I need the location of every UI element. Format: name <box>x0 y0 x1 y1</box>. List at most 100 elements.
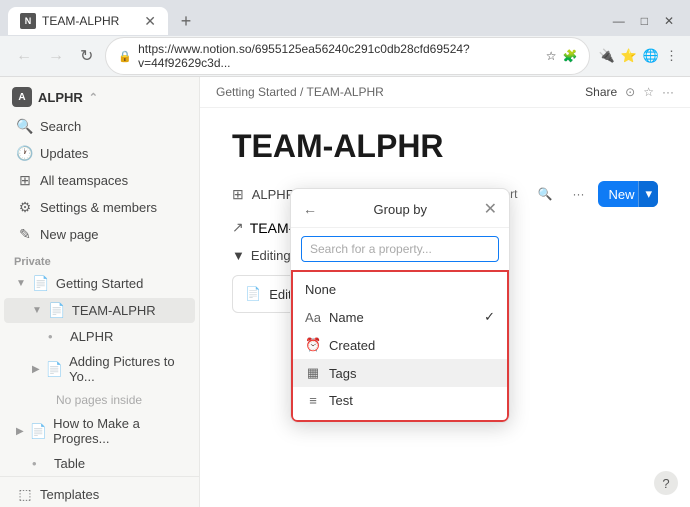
groupby-title: Group by <box>323 202 478 217</box>
workspace-name: ALPHR <box>38 90 83 105</box>
sidebar-item-updates[interactable]: 🕐 Updates <box>4 141 195 166</box>
updates-icon: 🕐 <box>16 145 34 162</box>
sidebar-item-new-page[interactable]: ✎ New page <box>4 222 195 247</box>
search-db-icon[interactable]: 🔍 <box>532 184 559 204</box>
sidebar-item-getting-started[interactable]: ▼ 📄 Getting Started <box>4 271 195 296</box>
back-button[interactable]: ← <box>12 45 36 67</box>
url-text: https://www.notion.so/6955125ea56240c291… <box>138 42 540 70</box>
no-pages-label: No pages inside <box>0 389 199 411</box>
chevron-down-icon-2: ▼ <box>32 305 42 316</box>
adding-pictures-icon: 📄 <box>46 361 63 378</box>
lock-icon: 🔒 <box>118 50 132 63</box>
groupby-item-tags[interactable]: ▦ Tags <box>293 359 507 387</box>
groupby-popup: ← Group by ✕ None Aa Name <box>290 188 510 423</box>
groupby-item-created[interactable]: ⏰ Created <box>293 331 507 359</box>
forward-button[interactable]: → <box>44 45 68 67</box>
more-db-icon[interactable]: ··· <box>566 184 590 204</box>
sidebar-item-table[interactable]: • Table <box>4 452 195 475</box>
active-tab[interactable]: N TEAM-ALPHR ✕ <box>8 7 168 35</box>
share-button[interactable]: Share <box>585 85 617 99</box>
gallery-item-icon: 📄 <box>245 286 261 302</box>
sidebar-item-templates[interactable]: ⬚ Templates <box>4 482 195 507</box>
star-icon[interactable]: ☆ <box>643 85 654 99</box>
private-section-label: Private <box>0 248 199 270</box>
ext-icon-1[interactable]: 🔌 <box>598 48 614 64</box>
chevron-down-icon: ▼ <box>16 278 26 289</box>
tab-bar: N TEAM-ALPHR ✕ + — □ ✕ <box>0 0 690 36</box>
none-label: None <box>305 282 336 297</box>
bullet-icon: • <box>48 329 64 344</box>
getting-started-icon: 📄 <box>32 275 50 292</box>
bookmark-star-icon[interactable]: ☆ <box>546 49 557 63</box>
search-label: Search <box>40 119 81 134</box>
name-label: Name <box>329 310 364 325</box>
sidebar-item-team-alphr[interactable]: ▼ 📄 TEAM-ALPHR <box>4 298 195 323</box>
workspace-chevron-icon: ⌃ <box>89 91 98 104</box>
all-teamspaces-label: All teamspaces <box>40 173 128 188</box>
close-window-icon[interactable]: ✕ <box>664 14 674 28</box>
ext-icon-2[interactable]: ⭐ <box>621 48 637 64</box>
sidebar-item-settings[interactable]: ⚙ Settings & members <box>4 195 195 220</box>
ext-icon-3[interactable]: 🌐 <box>643 48 659 64</box>
tab-favicon: N <box>20 13 36 29</box>
page-content: TEAM-ALPHR ⊞ ALPHR ⌄ Filter Sort 🔍 ··· N… <box>200 108 690 507</box>
templates-icon: ⬚ <box>16 486 34 503</box>
groupby-close-button[interactable]: ✕ <box>484 199 497 219</box>
page-title: TEAM-ALPHR <box>232 128 658 165</box>
search-icon: 🔍 <box>16 118 34 135</box>
browser-menu-icon[interactable]: ⋮ <box>665 48 678 64</box>
sidebar-bottom: ⬚ Templates ⬇ Import 🗑 Trash <box>0 476 199 507</box>
how-to-make-icon: 📄 <box>30 423 47 440</box>
browser-chrome: N TEAM-ALPHR ✕ + — □ ✕ ← → ↻ 🔒 https://w… <box>0 0 690 77</box>
text-type-icon: Aa <box>305 310 321 325</box>
maximize-icon[interactable]: □ <box>641 14 648 28</box>
test-label: Test <box>329 393 353 408</box>
history-icon[interactable]: ⊙ <box>625 85 635 99</box>
sidebar-item-alphr[interactable]: • ALPHR <box>4 325 195 348</box>
groupby-item-none[interactable]: None <box>293 276 507 303</box>
extensions-puzzle-icon[interactable]: 🧩 <box>562 49 577 63</box>
updates-label: Updates <box>40 146 88 161</box>
groupby-item-test[interactable]: ≡ Test <box>293 387 507 414</box>
new-tab-button[interactable]: + <box>172 7 200 35</box>
getting-started-label: Getting Started <box>56 276 143 291</box>
breadcrumb-bar: Getting Started / TEAM-ALPHR Share ⊙ ☆ ·… <box>200 77 690 108</box>
more-options-icon[interactable]: ··· <box>662 85 674 99</box>
tab-title: TEAM-ALPHR <box>42 14 119 28</box>
new-page-icon: ✎ <box>16 226 34 243</box>
date-type-icon: ⏰ <box>305 337 321 353</box>
settings-icon: ⚙ <box>16 199 34 216</box>
sidebar-item-how-to-make[interactable]: ▶ 📄 How to Make a Progres... <box>4 412 195 450</box>
chevron-right-icon: ▶ <box>32 364 40 375</box>
address-bar[interactable]: 🔒 https://www.notion.so/6955125ea56240c2… <box>105 37 590 75</box>
workspace-header[interactable]: A ALPHR ⌃ <box>0 81 199 113</box>
sidebar-item-teamspaces[interactable]: ⊞ All teamspaces <box>4 168 195 193</box>
sidebar-item-adding-pictures[interactable]: ▶ 📄 Adding Pictures to Yo... <box>4 350 195 388</box>
created-label: Created <box>329 338 375 353</box>
groupby-item-name[interactable]: Aa Name ✓ <box>293 303 507 331</box>
view-arrow-icon: ↗ <box>232 219 244 236</box>
help-button[interactable]: ? <box>654 471 678 495</box>
db-grid-icon: ⊞ <box>232 186 244 203</box>
teamspaces-icon: ⊞ <box>16 172 34 189</box>
extension-icons: 🔌 ⭐ 🌐 ⋮ <box>598 48 678 64</box>
workspace-icon: A <box>12 87 32 107</box>
tab-close-button[interactable]: ✕ <box>144 13 156 30</box>
db-name-label: ALPHR <box>252 187 295 202</box>
gallery-toggle-icon: ▼ <box>232 248 245 263</box>
new-page-label: New page <box>40 227 99 242</box>
sidebar-item-search[interactable]: 🔍 Search <box>4 114 195 139</box>
groupby-search-input[interactable] <box>301 236 499 262</box>
chevron-right-icon-2: ▶ <box>16 426 24 437</box>
new-button[interactable]: New ▾ <box>598 181 658 207</box>
refresh-button[interactable]: ↻ <box>76 44 97 68</box>
breadcrumb-actions: Share ⊙ ☆ ··· <box>585 85 674 99</box>
alphr-label: ALPHR <box>70 329 113 344</box>
minimize-icon[interactable]: — <box>613 14 625 28</box>
groupby-back-button[interactable]: ← <box>303 201 317 217</box>
new-label: New <box>608 187 634 202</box>
new-dropdown-icon[interactable]: ▾ <box>638 181 658 207</box>
window-controls: — □ ✕ <box>613 14 682 28</box>
how-to-make-label: How to Make a Progres... <box>53 416 183 446</box>
groupby-header: ← Group by ✕ <box>291 189 509 228</box>
